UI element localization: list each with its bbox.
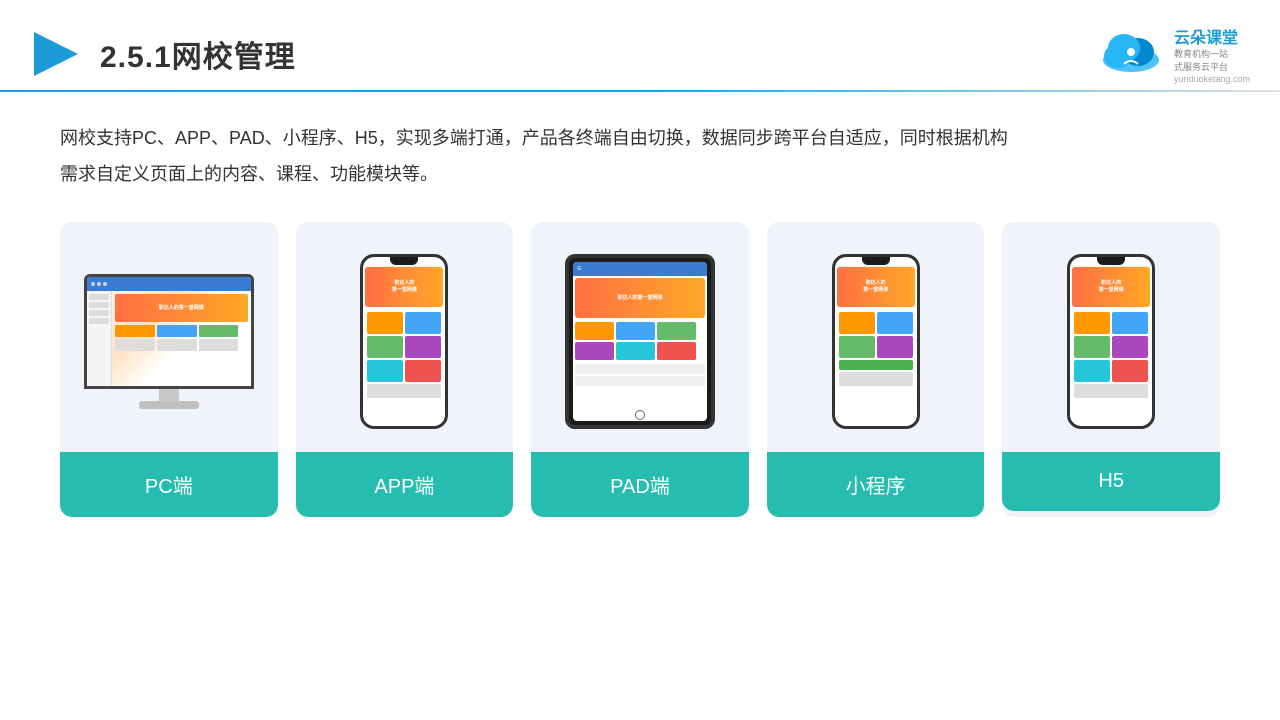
- device-cards-row: 职达人的第一堂网课: [60, 222, 1220, 517]
- app-card-label: APP端: [296, 452, 514, 517]
- pad-card: ☰ 职达人的第一堂网课: [531, 222, 749, 517]
- header-left: 2.5.1网校管理: [30, 28, 296, 80]
- h5-phone-body: 职达人的第一堂网课: [1067, 254, 1155, 429]
- miniprogram-card-label: 小程序: [767, 452, 985, 517]
- app-card: 职达人的第一堂网课: [296, 222, 514, 517]
- logo-area: 云朵课堂 教育机构一站 式服务云平台 yunduoketang.com: [1096, 24, 1250, 83]
- main-content: 网校支持PC、APP、PAD、小程序、H5，实现多端打通，产品各终端自由切换，数…: [0, 92, 1280, 517]
- desc-line1: 网校支持PC、APP、PAD、小程序、H5，实现多端打通，产品各终端自由切换，数…: [60, 120, 1220, 156]
- page-title: 2.5.1网校管理: [100, 32, 296, 76]
- logo-tagline: 教育机构一站 式服务云平台: [1174, 48, 1250, 73]
- cloud-logo-icon: [1096, 32, 1166, 76]
- logo-text-area: 云朵课堂 教育机构一站 式服务云平台 yunduoketang.com: [1174, 24, 1250, 83]
- pc-screen: 职达人的第一堂网课: [84, 274, 254, 389]
- miniprogram-image-area: 职达人的第一堂网课: [767, 222, 985, 452]
- pad-mockup: ☰ 职达人的第一堂网课: [565, 254, 715, 429]
- pc-image-area: 职达人的第一堂网课: [60, 222, 278, 452]
- pad-screen: ☰ 职达人的第一堂网课: [573, 262, 707, 421]
- play-icon: [30, 28, 82, 80]
- description-text: 网校支持PC、APP、PAD、小程序、H5，实现多端打通，产品各终端自由切换，数…: [60, 120, 1220, 192]
- pad-image-area: ☰ 职达人的第一堂网课: [531, 222, 749, 452]
- app-image-area: 职达人的第一堂网课: [296, 222, 514, 452]
- h5-image-area: 职达人的第一堂网课: [1002, 222, 1220, 452]
- app-phone-mockup: 职达人的第一堂网课: [360, 254, 448, 429]
- h5-card: 职达人的第一堂网课: [1002, 222, 1220, 517]
- miniprogram-phone-mockup: 职达人的第一堂网课: [832, 254, 920, 429]
- pad-card-label: PAD端: [531, 452, 749, 517]
- pad-home-btn: [635, 410, 645, 420]
- pc-mockup: 职达人的第一堂网课: [84, 274, 254, 409]
- h5-card-label: H5: [1002, 452, 1220, 511]
- miniprogram-card: 职达人的第一堂网课: [767, 222, 985, 517]
- desc-line2: 需求自定义页面上的内容、课程、功能模块等。: [60, 156, 1220, 192]
- pc-card: 职达人的第一堂网课: [60, 222, 278, 517]
- pad-tablet-body: ☰ 职达人的第一堂网课: [565, 254, 715, 429]
- h5-phone-mockup: 职达人的第一堂网课: [1067, 254, 1155, 429]
- miniprogram-phone-body: 职达人的第一堂网课: [832, 254, 920, 429]
- pc-card-label: PC端: [60, 452, 278, 517]
- app-phone-body: 职达人的第一堂网课: [360, 254, 448, 429]
- logo-name: 云朵课堂: [1174, 24, 1250, 48]
- logo-url: yunduoketang.com: [1174, 74, 1250, 84]
- header: 2.5.1网校管理 云朵课堂 教育机构一站 式服务云平台 yunduoketan…: [0, 0, 1280, 90]
